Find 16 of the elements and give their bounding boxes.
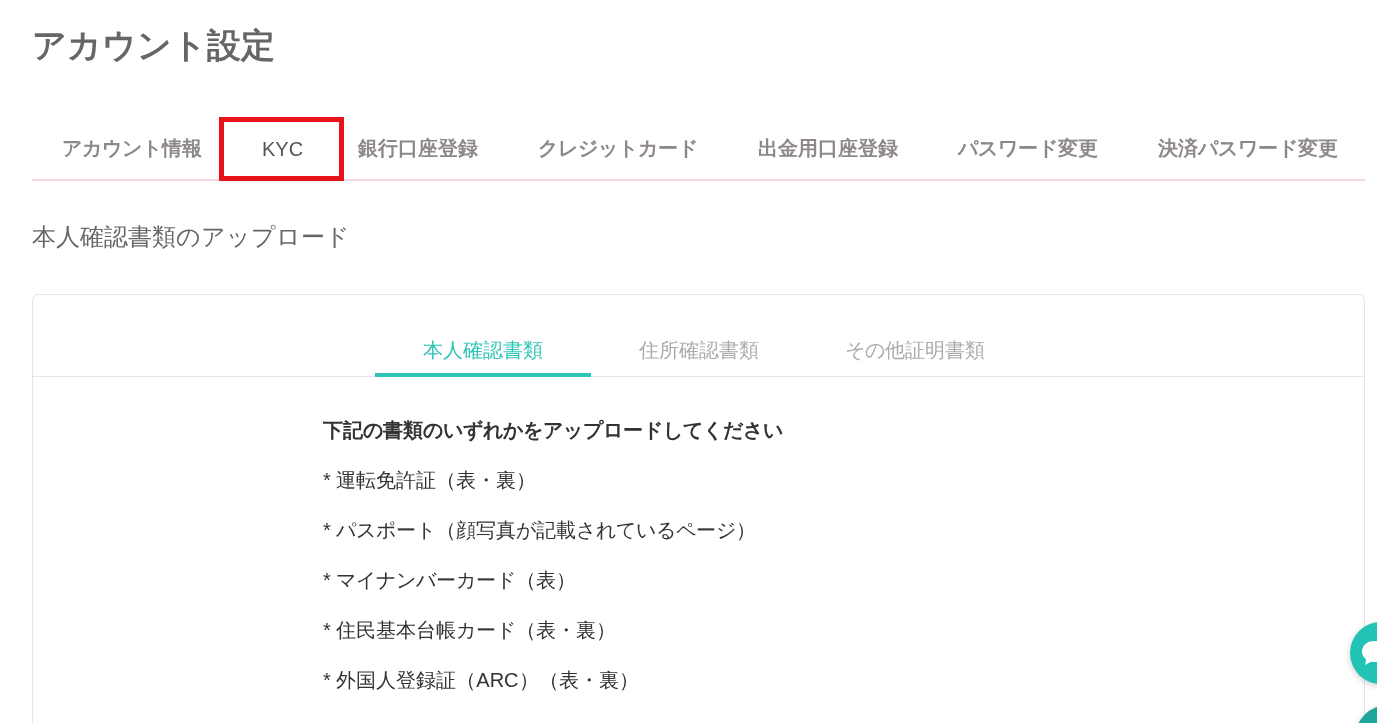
document-item: * 運転免許証（表・裏） (323, 468, 538, 493)
document-tab[interactable]: 住所確認書類 (590, 327, 807, 377)
tab[interactable]: パスワード変更 (928, 117, 1129, 179)
page-title: アカウント設定 (32, 25, 276, 65)
document-item: * マイナンバーカード（表） (323, 568, 578, 593)
tab[interactable]: KYC (219, 117, 345, 181)
document-tab[interactable]: 本人確認書類 (374, 327, 591, 377)
document-item: * パスポート（顔写真が記載されているページ） (323, 518, 758, 543)
tab[interactable]: 出金用口座登録 (728, 117, 929, 179)
tab[interactable]: クレジットカード (508, 117, 729, 179)
document-tab[interactable]: その他証明書類 (806, 327, 1023, 377)
document-item: * 外国人登録証（ARC）（表・裏） (323, 668, 640, 693)
instruction-heading: 下記の書類のいずれかをアップロードしてください (323, 418, 784, 444)
tab[interactable]: 決済パスワード変更 (1128, 117, 1369, 179)
section-title: 本人確認書類のアップロード (32, 222, 351, 252)
document-item: * 住民基本台帳カード（表・裏） (323, 618, 618, 643)
